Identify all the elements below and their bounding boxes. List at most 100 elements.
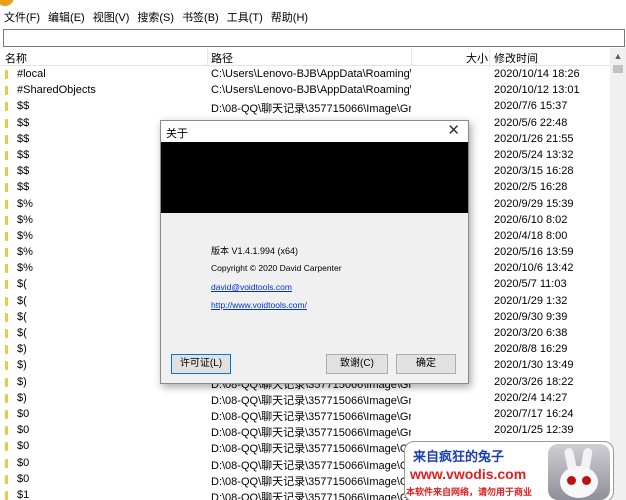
title-bar (0, 0, 626, 8)
folder-icon (5, 167, 8, 177)
row-name: $% (17, 262, 33, 275)
folder-icon (5, 474, 8, 484)
column-divider[interactable] (207, 48, 208, 65)
list-row[interactable]: #local C:\Users\Lenovo-BJB\AppData\Roamin… (0, 66, 610, 82)
row-name: $% (17, 246, 33, 259)
folder-icon (5, 199, 8, 209)
list-row[interactable]: $0D:\08-QQ\聊天记录\357715066\Image\Gr...202… (0, 406, 610, 423)
watermark-badge: 来自疯狂的兔子 www.vwodis.com 本软件来自网络，请勿用于商业 (404, 441, 614, 500)
row-modified: 2020/5/16 13:59 (494, 246, 574, 259)
folder-icon (5, 231, 8, 241)
folder-icon (5, 296, 8, 306)
vertical-scrollbar[interactable]: ▲ (610, 48, 626, 500)
row-name: $$ (17, 165, 30, 178)
row-name: $0 (17, 472, 30, 485)
version-text: 版本 V1.4.1.994 (x64) (211, 246, 299, 256)
folder-icon (5, 345, 8, 355)
row-modified: 2020/2/4 14:27 (494, 391, 568, 404)
menu-item[interactable]: 书签(B) (178, 8, 223, 28)
row-name: $% (17, 213, 33, 226)
row-name: $( (17, 327, 27, 339)
row-name: $) (17, 343, 27, 356)
folder-icon (5, 312, 8, 322)
list-row[interactable]: $0D:\08-QQ\聊天记录\357715066\Image\Gr...202… (0, 422, 610, 439)
row-path: C:\Users\Lenovo-BJB\AppData\Roaming\... (211, 84, 411, 97)
watermark-url: www.vwodis.com (410, 466, 527, 482)
close-icon[interactable]: ✕ (447, 122, 460, 140)
row-name: $) (17, 391, 27, 404)
row-modified: 2020/3/15 16:28 (494, 165, 574, 178)
column-divider[interactable] (489, 48, 490, 65)
thanks-button[interactable]: 致谢(C) (326, 354, 388, 374)
app-icon (0, 0, 14, 6)
row-name: $( (17, 278, 27, 291)
scroll-thumb[interactable] (613, 65, 623, 73)
folder-icon (5, 426, 8, 436)
row-name: $$ (17, 132, 30, 145)
folder-icon (5, 490, 8, 500)
license-button[interactable]: 许可证(L) (171, 354, 231, 374)
email-link[interactable]: david@voidtools.com (211, 282, 292, 292)
list-row[interactable]: #SharedObjects C:\Users\Lenovo-BJB\AppDat… (0, 82, 610, 98)
row-name: $$ (17, 116, 30, 129)
row-modified: 2020/5/24 13:32 (494, 148, 574, 161)
menu-item[interactable]: 编辑(E) (44, 8, 89, 28)
row-modified: 2020/7/17 16:24 (494, 407, 574, 420)
menu-item[interactable]: 文件(F) (0, 8, 44, 28)
row-name: $0 (17, 440, 30, 453)
row-modified: 2020/10/12 13:01 (494, 84, 580, 97)
website-link[interactable]: http://www.voidtools.com/ (211, 300, 307, 310)
row-modified: 2020/2/5 16:28 (494, 181, 568, 194)
menu-item[interactable]: 帮助(H) (267, 8, 312, 28)
folder-icon (5, 280, 8, 290)
row-modified: 2020/9/30 9:39 (494, 310, 568, 323)
menu-item[interactable]: 工具(T) (223, 8, 267, 28)
copyright-text: Copyright © 2020 David Carpenter (211, 263, 342, 273)
column-size[interactable]: 大小 (466, 50, 488, 66)
row-modified: 2020/10/14 18:26 (494, 68, 580, 80)
ok-button[interactable]: 确定 (396, 354, 456, 374)
watermark-title: 来自疯狂的兔子 (413, 449, 505, 464)
folder-icon (5, 264, 8, 274)
row-name: $$ (17, 181, 30, 194)
row-modified: 2020/3/20 6:38 (494, 327, 568, 339)
row-modified: 2020/9/29 15:39 (494, 197, 574, 210)
scroll-up-icon[interactable]: ▲ (610, 48, 626, 64)
column-divider[interactable] (411, 48, 412, 65)
folder-icon (5, 150, 8, 160)
column-path[interactable]: 路径 (211, 50, 233, 66)
row-name: $0 (17, 456, 30, 469)
list-row[interactable]: $$D:\08-QQ\聊天记录\357715066\Image\Gr...202… (0, 98, 610, 115)
row-path: C:\Users\Lenovo-BJB\AppData\Roaming\... (211, 68, 411, 80)
column-header: 名称 路径 大小 修改时间 (0, 48, 612, 66)
row-modified: 2020/5/7 11:03 (494, 278, 567, 291)
folder-icon (5, 458, 8, 468)
menu-item[interactable]: 搜索(S) (133, 8, 178, 28)
search-box[interactable] (3, 29, 626, 47)
row-name: $) (17, 375, 27, 388)
everything-window: 文件(F) 编辑(E) 视图(V) 搜索(S) 书签(B) 工具(T) 帮助(H) 名称 路… (0, 0, 626, 500)
row-modified: 2020/8/8 16:29 (494, 343, 568, 356)
row-name: $1 (17, 488, 30, 500)
row-modified: 2020/7/6 15:37 (494, 100, 568, 113)
row-modified: 2020/4/18 8:00 (494, 229, 568, 242)
folder-icon (5, 329, 8, 338)
folder-icon (5, 393, 8, 403)
row-modified: 2020/1/30 13:49 (494, 359, 574, 372)
menu-bar: 文件(F) 编辑(E) 视图(V) 搜索(S) 书签(B) 工具(T) 帮助(H) (0, 8, 626, 28)
menu-item[interactable]: 视图(V) (89, 8, 134, 28)
column-modified[interactable]: 修改时间 (494, 50, 538, 66)
row-name: #SharedObjects (17, 84, 96, 97)
list-row[interactable]: $)D:\08-QQ\聊天记录\357715066\Image\Gr...202… (0, 390, 610, 407)
row-modified: 2020/1/29 1:32 (494, 294, 568, 307)
row-modified: 2020/6/10 8:02 (494, 213, 568, 226)
folder-icon (5, 118, 8, 128)
folder-icon (5, 183, 8, 193)
dialog-banner (161, 142, 468, 213)
folder-icon (5, 86, 8, 96)
column-name[interactable]: 名称 (5, 50, 27, 66)
rabbit-icon (548, 444, 610, 500)
row-modified: 2020/5/6 22:48 (494, 116, 568, 129)
search-input[interactable] (4, 31, 626, 45)
row-name: $( (17, 294, 27, 307)
